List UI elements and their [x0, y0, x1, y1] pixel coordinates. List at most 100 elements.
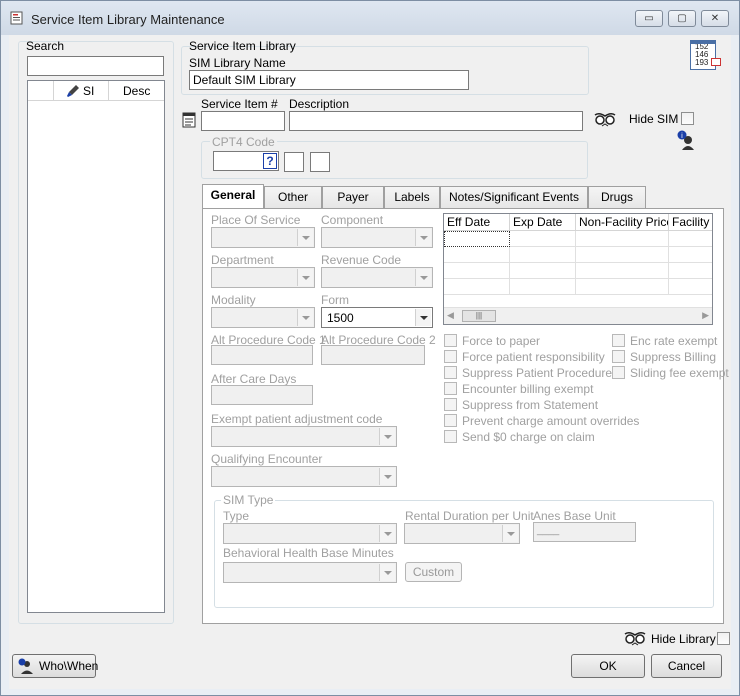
place-of-service-label: Place Of Service	[211, 213, 301, 227]
calendar-icon[interactable]: 152 146 193	[690, 40, 722, 72]
hide-sim-checkbox[interactable]	[681, 112, 694, 125]
prevent-charge-overrides-checkbox[interactable]	[444, 414, 457, 427]
scroll-right-arrow[interactable]: ▶	[702, 310, 709, 321]
qualifying-encounter-combo[interactable]	[211, 466, 397, 487]
title-bar[interactable]: Service Item Library Maintenance ▭ ▢ ✕	[1, 1, 739, 35]
description-field[interactable]	[289, 111, 583, 131]
force-patient-responsibility-label: Force patient responsibility	[462, 350, 605, 364]
grid-cell[interactable]	[510, 279, 576, 295]
grid-cell[interactable]	[510, 247, 576, 263]
grid-cell[interactable]	[669, 263, 712, 279]
service-item-number-label: Service Item #	[201, 97, 278, 111]
tab-notes-significant-events[interactable]: Notes/Significant Events	[440, 186, 588, 208]
client-area: Search SI Desc Service Item Library SIM …	[9, 35, 731, 689]
suppress-from-statement-label: Suppress from Statement	[462, 398, 599, 412]
form-label: Form	[321, 293, 349, 307]
grid-cell[interactable]	[510, 263, 576, 279]
who-when-label: Who\When	[39, 659, 99, 673]
library-name-label: SIM Library Name	[189, 56, 286, 70]
grid-cell[interactable]	[576, 247, 669, 263]
grid-header-non-facility-price[interactable]: Non-Facility Price	[576, 214, 669, 231]
tab-labels[interactable]: Labels	[384, 186, 440, 208]
grid-header-exp-date[interactable]: Exp Date	[510, 214, 576, 231]
alt-procedure-code-2-field[interactable]	[321, 345, 425, 365]
cpt4-modifier-2[interactable]	[310, 152, 330, 172]
alt-procedure-code-1-field[interactable]	[211, 345, 313, 365]
price-grid[interactable]: Eff Date Exp Date Non-Facility Price Fac…	[443, 213, 713, 325]
who-when-button[interactable]: Who\When	[12, 654, 99, 678]
grid-header-facility-price[interactable]: Facility P	[669, 214, 712, 231]
force-patient-responsibility-checkbox[interactable]	[444, 350, 457, 363]
grid-horizontal-scrollbar[interactable]: ◀ ||| ▶	[444, 307, 712, 324]
exempt-adjustment-combo[interactable]	[211, 426, 397, 447]
department-combo[interactable]	[211, 267, 315, 288]
tab-drugs[interactable]: Drugs	[588, 186, 646, 208]
description-label: Description	[289, 97, 350, 111]
force-to-paper-checkbox[interactable]	[444, 334, 457, 347]
sim-type-combo[interactable]	[223, 523, 397, 544]
glasses-icon[interactable]	[623, 630, 647, 648]
scroll-left-arrow[interactable]: ◀	[447, 310, 454, 321]
search-input[interactable]	[27, 56, 164, 76]
cpt4-modifier-1[interactable]	[284, 152, 304, 172]
after-care-days-field[interactable]	[211, 385, 313, 405]
revenue-code-label: Revenue Code	[321, 253, 402, 267]
suppress-billing-checkbox[interactable]	[612, 350, 625, 363]
enc-rate-exempt-checkbox[interactable]	[612, 334, 625, 347]
close-button[interactable]: ✕	[701, 10, 729, 27]
grid-cell[interactable]	[669, 279, 712, 295]
grid-cell[interactable]	[669, 247, 712, 263]
custom-button[interactable]: Custom	[405, 562, 462, 582]
component-label: Component	[321, 213, 384, 227]
grid-cell[interactable]	[576, 279, 669, 295]
encounter-billing-exempt-checkbox[interactable]	[444, 382, 457, 395]
behavioral-health-combo[interactable]	[223, 562, 397, 583]
notes-icon[interactable]	[181, 112, 197, 128]
modality-label: Modality	[211, 293, 256, 307]
grid-cell[interactable]	[510, 231, 576, 247]
grid-cell-selected[interactable]	[444, 231, 510, 247]
grid-header-eff-date[interactable]: Eff Date	[444, 214, 510, 231]
modality-combo[interactable]	[211, 307, 315, 328]
grid-cell[interactable]	[669, 231, 712, 247]
minimize-button[interactable]: ▭	[635, 10, 663, 27]
sliding-fee-exempt-checkbox[interactable]	[612, 366, 625, 379]
cancel-button[interactable]: Cancel	[651, 654, 722, 678]
service-item-number-field[interactable]	[201, 111, 285, 131]
behavioral-health-label: Behavioral Health Base Minutes	[223, 546, 394, 560]
library-name-field[interactable]: Default SIM Library	[189, 70, 469, 90]
place-of-service-combo[interactable]	[211, 227, 315, 248]
ok-button[interactable]: OK	[571, 654, 645, 678]
column-si[interactable]: SI	[83, 84, 94, 98]
form-combo[interactable]: 1500	[321, 307, 433, 328]
send-zero-charge-checkbox[interactable]	[444, 430, 457, 443]
tab-general[interactable]: General	[202, 184, 264, 208]
tab-other[interactable]: Other	[264, 186, 322, 208]
tab-payer[interactable]: Payer	[322, 186, 384, 208]
component-combo[interactable]	[321, 227, 433, 248]
grid-cell[interactable]	[576, 263, 669, 279]
sliding-fee-exempt-label: Sliding fee exempt	[630, 366, 729, 380]
scroll-thumb[interactable]: |||	[462, 310, 496, 322]
grid-cell[interactable]	[444, 247, 510, 263]
hide-library-checkbox[interactable]	[717, 632, 730, 645]
maximize-button[interactable]: ▢	[668, 10, 696, 27]
revenue-code-combo[interactable]	[321, 267, 433, 288]
cpt4-help-icon[interactable]: ?	[263, 153, 277, 169]
column-desc[interactable]: Desc	[123, 84, 150, 98]
suppress-billing-label: Suppress Billing	[630, 350, 717, 364]
grid-cell[interactable]	[576, 231, 669, 247]
grid-cell[interactable]	[444, 279, 510, 295]
send-zero-charge-label: Send $0 charge on claim	[462, 430, 595, 444]
glasses-icon[interactable]	[593, 111, 617, 129]
cpt4-field[interactable]: ?	[213, 151, 279, 171]
info-person-icon[interactable]: i	[677, 130, 697, 150]
sim-type-group-label: SIM Type	[221, 493, 276, 507]
rental-duration-combo[interactable]	[404, 523, 520, 544]
person-icon	[18, 658, 33, 674]
grid-cell[interactable]	[444, 263, 510, 279]
suppress-from-statement-checkbox[interactable]	[444, 398, 457, 411]
suppress-patient-procedure-checkbox[interactable]	[444, 366, 457, 379]
anes-base-unit-field[interactable]: ____	[533, 522, 636, 542]
service-item-list[interactable]: SI Desc	[27, 80, 165, 613]
